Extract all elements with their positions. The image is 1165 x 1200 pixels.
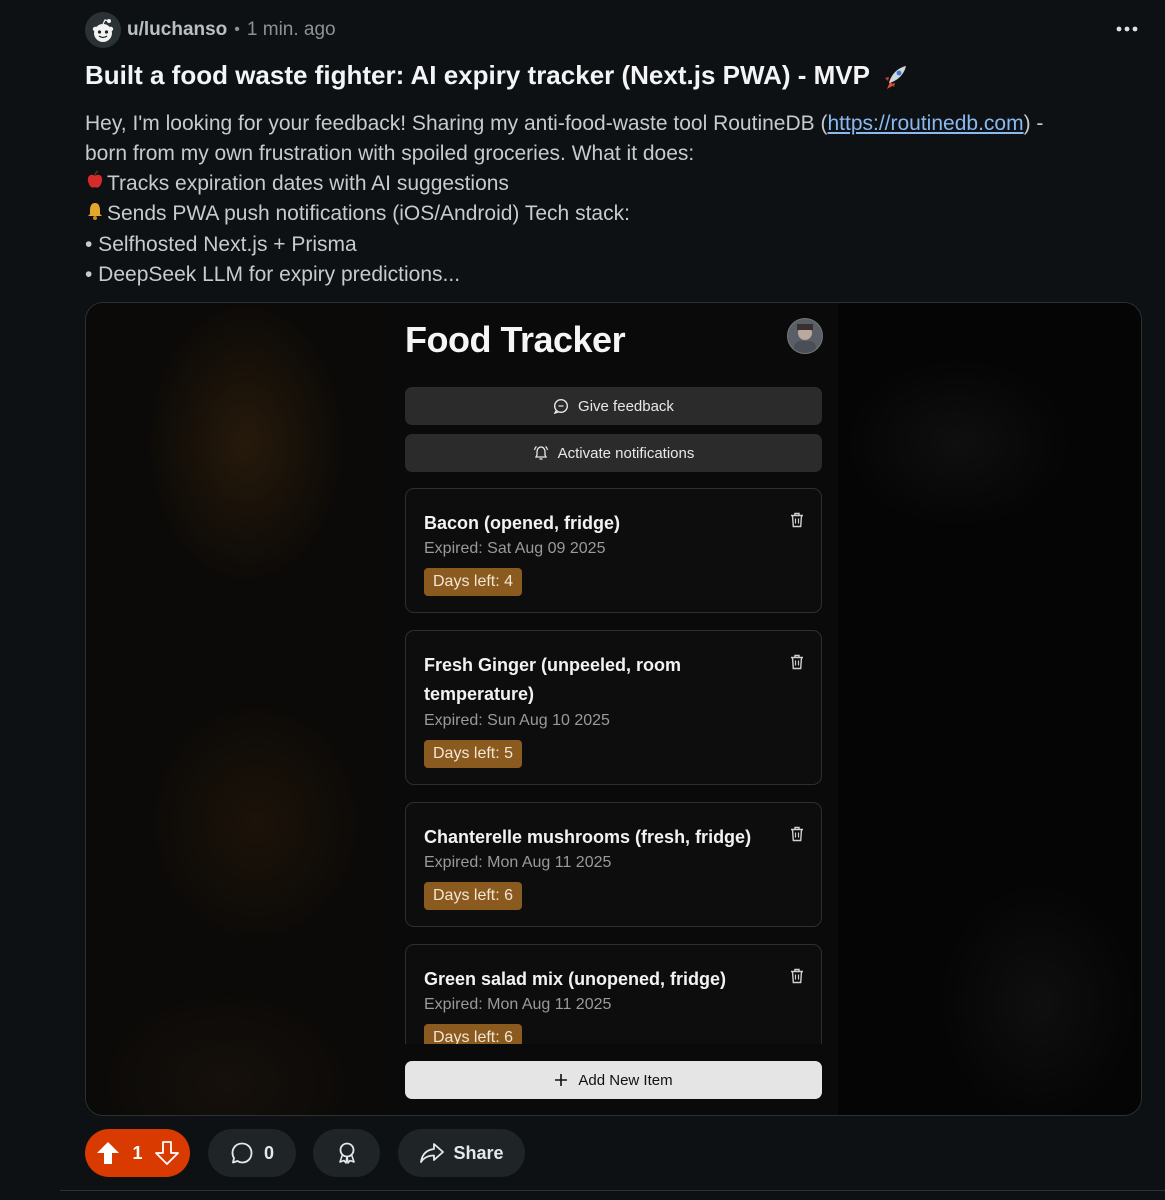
blurred-background-left <box>86 303 389 1115</box>
activate-notifications-label: Activate notifications <box>557 444 695 462</box>
food-item-list: Bacon (opened, fridge) Expired: Sat Aug … <box>405 488 822 1044</box>
routinedb-link[interactable]: https://routinedb.com <box>827 112 1023 135</box>
post-time: 1 min. ago <box>246 19 336 40</box>
post-body: Hey, I'm looking for your feedback! Shar… <box>85 109 1125 290</box>
food-item-name: Fresh Ginger (unpeeled, room temperature… <box>424 655 682 704</box>
body-line: Sends PWA push notifications (iOS/Androi… <box>85 199 1125 229</box>
comments-button[interactable]: 0 <box>208 1129 296 1177</box>
vote-control: 1 <box>85 1129 190 1177</box>
days-left-badge: Days left: 6 <box>424 882 523 910</box>
trash-icon[interactable] <box>788 825 806 843</box>
food-item-expiry: Expired: Sat Aug 09 2025 <box>424 540 606 557</box>
days-left-badge: Days left: 5 <box>424 740 523 768</box>
food-item-expiry: Expired: Sun Aug 10 2025 <box>424 712 610 729</box>
post-title[interactable]: Built a food waste fighter: AI expiry tr… <box>85 60 870 90</box>
food-item-name: Bacon (opened, fridge) <box>424 513 621 533</box>
body-line: Hey, I'm looking for your feedback! Shar… <box>85 109 1125 139</box>
food-item-name: Chanterelle mushrooms (fresh, fridge) <box>424 827 752 847</box>
food-item-card: Chanterelle mushrooms (fresh, fridge) Ex… <box>405 802 822 927</box>
app-title: Food Tracker <box>405 319 626 360</box>
post-title-row[interactable]: Built a food waste fighter: AI expiry tr… <box>85 60 909 91</box>
post-image[interactable]: Food Tracker Give feedback Activate noti… <box>85 302 1142 1116</box>
food-item-card: Bacon (opened, fridge) Expired: Sat Aug … <box>405 488 822 613</box>
vote-count: 1 <box>132 1142 143 1163</box>
bell-icon <box>85 200 107 230</box>
downvote-icon[interactable] <box>154 1140 180 1166</box>
body-text-span: ) - <box>1023 112 1044 135</box>
give-feedback-button[interactable]: Give feedback <box>405 387 822 425</box>
body-line: Tracks expiration dates with AI suggesti… <box>85 169 1125 199</box>
divider <box>60 1190 1165 1191</box>
meta-separator: • <box>234 21 240 38</box>
more-options-button[interactable] <box>1110 16 1144 42</box>
app-screenshot: Food Tracker Give feedback Activate noti… <box>389 303 838 1115</box>
food-item-expiry: Expired: Mon Aug 11 2025 <box>424 996 612 1013</box>
food-item-expiry: Expired: Mon Aug 11 2025 <box>424 854 612 871</box>
upvote-icon[interactable] <box>95 1140 121 1166</box>
days-left-badge: Days left: 6 <box>424 1024 523 1044</box>
user-avatar[interactable] <box>85 12 121 48</box>
post-header: u/luchanso • 1 min. ago <box>85 12 336 48</box>
days-left-badge: Days left: 4 <box>424 568 523 596</box>
body-line: • Selfhosted Next.js + Prisma <box>85 232 357 256</box>
body-line: born from my own frustration with spoile… <box>85 142 695 165</box>
give-feedback-label: Give feedback <box>578 397 674 415</box>
snoo-avatar-icon <box>92 19 114 42</box>
add-new-item-button[interactable]: Add New Item <box>405 1061 822 1099</box>
food-item-card: Green salad mix (unopened, fridge) Expir… <box>405 944 822 1044</box>
blurred-background-right <box>838 303 1141 1115</box>
body-text-span: Sends PWA push notifications (iOS/Androi… <box>107 202 630 226</box>
award-icon <box>338 1142 355 1164</box>
trash-icon[interactable] <box>788 511 806 529</box>
share-icon <box>420 1143 445 1163</box>
award-button[interactable] <box>313 1129 380 1177</box>
post-actions: 1 0 Share <box>85 1129 525 1177</box>
share-button[interactable]: Share <box>398 1129 525 1177</box>
activate-notifications-button[interactable]: Activate notifications <box>405 434 822 472</box>
trash-icon[interactable] <box>788 653 806 671</box>
bell-ring-icon <box>533 446 548 460</box>
chat-bubble-icon <box>553 398 569 414</box>
app-user-avatar <box>787 318 823 354</box>
food-item-card: Fresh Ginger (unpeeled, room temperature… <box>405 630 822 785</box>
body-text-span: Tracks expiration dates with AI suggesti… <box>107 172 509 195</box>
apple-icon <box>85 169 107 199</box>
trash-icon[interactable] <box>788 967 806 985</box>
food-item-name: Green salad mix (unopened, fridge) <box>424 969 727 989</box>
post-author[interactable]: u/luchanso <box>127 19 227 41</box>
ellipsis-icon <box>1116 26 1138 32</box>
body-line: • DeepSeek LLM for expiry predictions... <box>85 262 461 286</box>
share-label: Share <box>453 1142 504 1163</box>
rocket-icon <box>884 66 906 90</box>
add-new-item-label: Add New Item <box>578 1071 673 1089</box>
body-text-span: Hey, I'm looking for your feedback! Shar… <box>85 112 828 135</box>
comment-count: 0 <box>263 1142 274 1163</box>
comment-icon <box>231 1142 253 1164</box>
plus-icon <box>555 1074 568 1086</box>
